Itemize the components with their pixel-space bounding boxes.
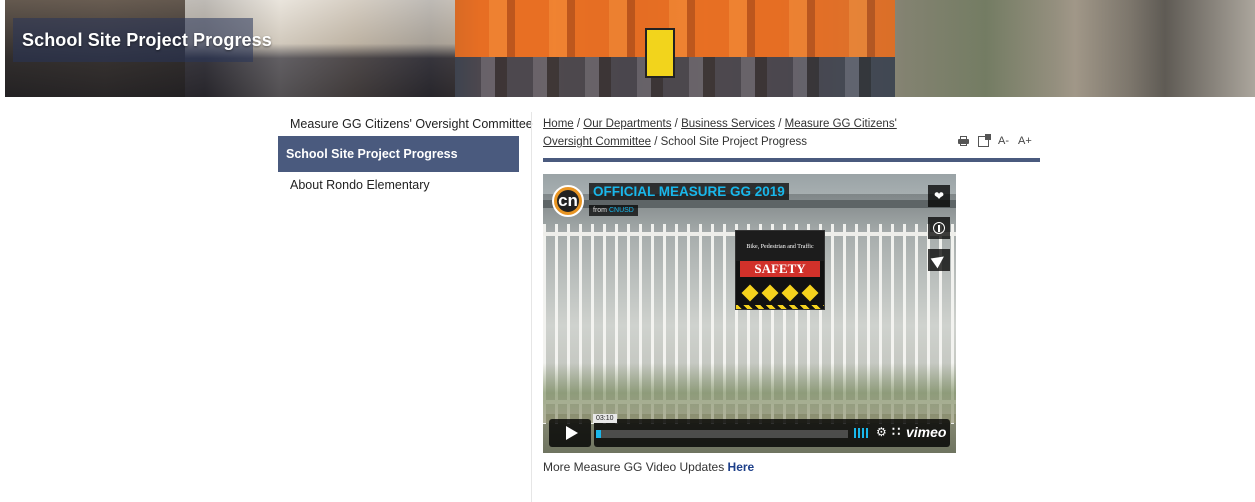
decrease-text-button[interactable]: A- — [998, 135, 1009, 147]
watch-later-button[interactable] — [928, 217, 950, 239]
breadcrumb-business-services[interactable]: Business Services — [681, 118, 775, 130]
poster-warning-signs — [740, 283, 820, 303]
heart-icon: ❤ — [933, 189, 945, 203]
breadcrumb-separator: / — [775, 118, 785, 130]
progress-fill — [596, 430, 602, 438]
channel-logo[interactable]: cn — [552, 185, 584, 217]
increase-text-button[interactable]: A+ — [1018, 135, 1032, 147]
like-button[interactable]: ❤ — [928, 185, 950, 207]
breadcrumb-home[interactable]: Home — [543, 118, 574, 130]
progress-track[interactable]: 03:10 — [593, 414, 848, 438]
poster-heading: Bike, Pedestrian and Traffic — [736, 231, 824, 261]
poster-hazard-stripe — [736, 305, 824, 309]
breadcrumb: Home / Our Departments / Business Servic… — [543, 115, 943, 151]
safety-poster: Bike, Pedestrian and Traffic SAFETY — [735, 230, 825, 310]
time-tooltip: 03:10 — [593, 414, 617, 423]
banner-photo-4 — [895, 0, 1255, 97]
content-divider — [543, 158, 1040, 162]
video-controls: 03:10 ⚙ ∷ vimeo — [549, 414, 950, 447]
warning-sign-icon — [781, 284, 799, 302]
warning-sign-icon — [761, 284, 779, 302]
warning-sign-icon — [741, 284, 759, 302]
sidebar-item-school-site-progress[interactable]: School Site Project Progress — [278, 136, 519, 172]
print-icon[interactable] — [958, 135, 969, 147]
breadcrumb-separator: / — [651, 136, 661, 148]
sidebar-nav: Measure GG Citizens' Oversight Committee… — [278, 112, 533, 196]
banner-sign-graphic — [645, 28, 675, 78]
share-icon[interactable] — [978, 133, 991, 147]
video-title[interactable]: OFFICIAL MEASURE GG 2019 — [589, 183, 789, 200]
share-video-button[interactable] — [928, 249, 950, 271]
page-title: School Site Project Progress — [22, 30, 272, 50]
warning-sign-icon — [801, 284, 819, 302]
gear-icon[interactable]: ⚙ — [876, 426, 888, 438]
breadcrumb-our-departments[interactable]: Our Departments — [583, 118, 671, 130]
play-button[interactable] — [549, 419, 591, 447]
fullscreen-icon[interactable]: ∷ — [892, 425, 900, 439]
poster-sign: SAFETY — [740, 261, 820, 277]
control-bar: 03:10 ⚙ ∷ vimeo — [593, 414, 950, 447]
breadcrumb-separator: / — [573, 118, 584, 130]
video-channel-link[interactable]: CNUSD — [609, 207, 634, 214]
breadcrumb-current: School Site Project Progress — [660, 136, 807, 148]
sidebar-item-oversight-committee[interactable]: Measure GG Citizens' Oversight Committee — [278, 112, 533, 136]
video-player[interactable]: Bike, Pedestrian and Traffic SAFETY cn O… — [543, 174, 956, 453]
video-updates-link[interactable]: Here — [728, 460, 755, 474]
banner-photo-3 — [455, 0, 895, 97]
video-caption: More Measure GG Video Updates Here — [543, 460, 755, 474]
vimeo-logo[interactable]: vimeo — [906, 424, 946, 440]
video-from: from CNUSD — [589, 205, 638, 216]
column-divider — [531, 112, 532, 502]
sidebar-item-about-rondo[interactable]: About Rondo Elementary — [278, 174, 519, 196]
page-tools: A- A+ — [958, 132, 1032, 150]
breadcrumb-separator: / — [671, 118, 682, 130]
volume-icon[interactable] — [854, 428, 870, 438]
